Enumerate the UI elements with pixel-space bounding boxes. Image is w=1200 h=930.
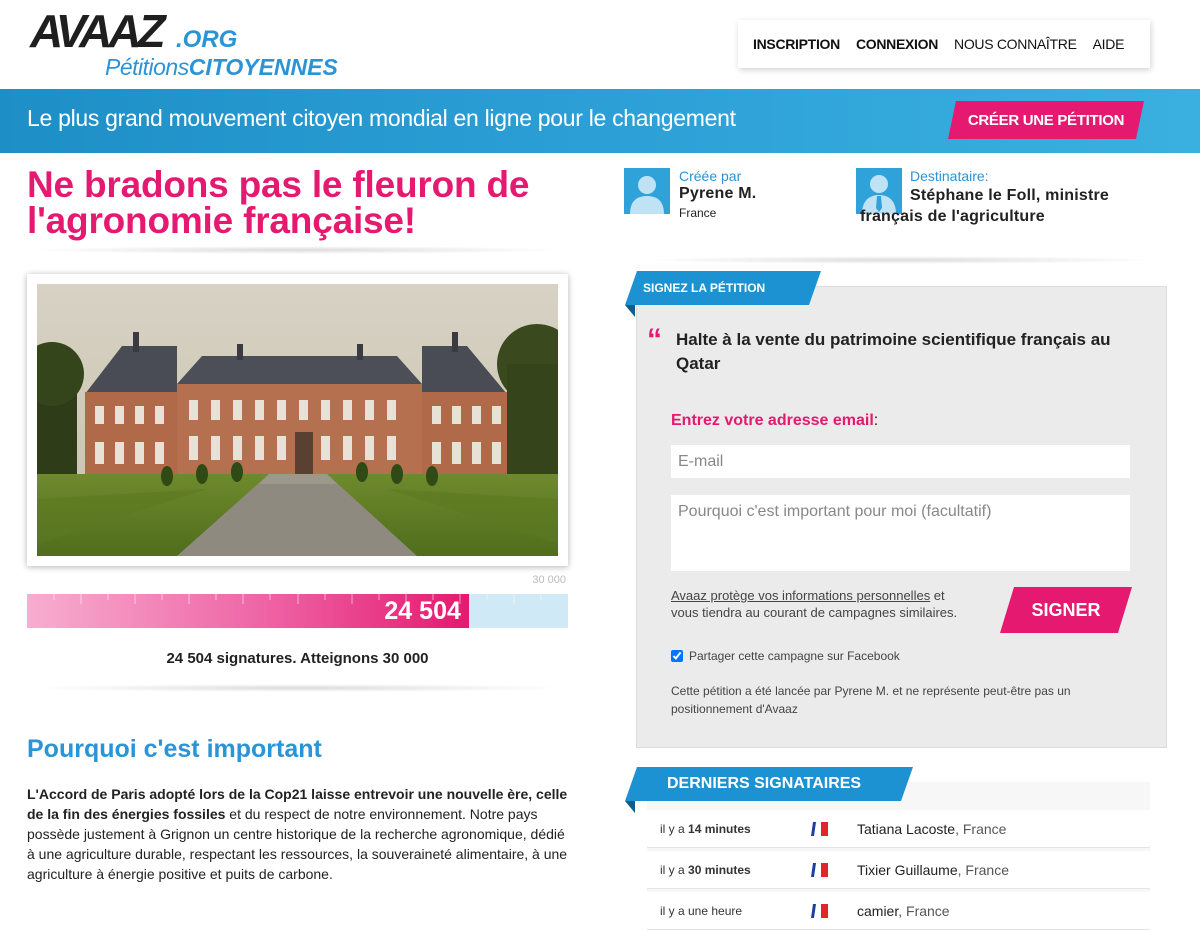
privacy-link[interactable]: Avaaz protège vos informations personnel… <box>671 588 930 603</box>
signer-country: , France <box>955 820 1007 837</box>
top-navigation: INSCRIPTION CONNEXION NOUS CONNAÎTRE AID… <box>738 20 1150 68</box>
signer-name: Tixier Guillaume, France <box>857 862 1009 878</box>
signer-country: , France <box>957 861 1009 878</box>
share-facebook[interactable]: Partager cette campagne sur Facebook <box>671 649 900 663</box>
goal-label: 30 000 <box>532 574 566 586</box>
email-label: Entrez votre adresse email: <box>671 412 878 430</box>
france-flag-icon <box>807 821 857 836</box>
signer-time-prefix: il y a <box>660 862 689 877</box>
recent-ribbon-fold <box>625 801 635 813</box>
logo-main-text: AVAAZ <box>30 5 166 57</box>
logo-sub-b: CITOYENNES <box>188 54 338 80</box>
signer-time: il y a une heure <box>647 904 807 918</box>
signer-name: Tatiana Lacoste, France <box>857 821 1006 837</box>
signer-name-text: camier <box>857 902 899 919</box>
email-label-colon: : <box>873 412 879 429</box>
progress-caption: 24 504 signatures. Atteignons 30 000 <box>166 650 429 667</box>
petition-title: Ne bradons pas le fleuron de l'agronomie… <box>27 164 530 241</box>
reason-textarea[interactable] <box>671 495 1130 571</box>
email-input[interactable] <box>671 445 1130 478</box>
why-important-text: L'Accord de Paris adopté lors de la Cop2… <box>27 784 572 884</box>
creator-label: Créée par <box>679 168 742 184</box>
france-flag-icon <box>807 862 857 877</box>
signer-time-value: 14 minutes <box>688 821 751 836</box>
petition-quote: Halte à la vente du patrimoine scientifi… <box>676 330 1111 373</box>
disclaimer-text: Cette pétition a été lancée par Pyrene M… <box>671 684 1071 716</box>
logo-org-text: .ORG <box>176 26 238 53</box>
signer-row: il y a 30 minutes Tixier Guillaume, Fran… <box>647 851 1150 889</box>
title-separator <box>30 246 566 254</box>
creator-avatar <box>624 168 670 214</box>
signer-name: camier, France <box>857 903 950 919</box>
create-petition-button[interactable]: CRÉER UNE PÉTITION <box>948 101 1144 139</box>
signer-country: , France <box>898 902 950 919</box>
nav-help[interactable]: AIDE <box>1093 36 1125 52</box>
creator-country: France <box>679 206 717 220</box>
avaaz-logo[interactable]: AVAAZ .ORG PétitionsCITOYENNES <box>30 5 350 80</box>
progress-ticks <box>53 594 542 604</box>
signer-time: il y a 14 minutes <box>647 822 807 836</box>
signer-time-prefix: il y a une heure <box>660 903 743 918</box>
progress-separator <box>30 684 566 692</box>
signer-time-prefix: il y a <box>660 821 689 836</box>
signer-row: il y a 14 minutes Tatiana Lacoste, Franc… <box>647 810 1150 848</box>
recipient-label: Destinataire: <box>910 168 989 184</box>
person-icon <box>630 176 664 214</box>
share-facebook-checkbox[interactable] <box>671 650 683 662</box>
france-flag-icon <box>807 903 857 918</box>
logo-subtitle: PétitionsCITOYENNES <box>105 54 338 80</box>
recent-ribbon: DERNIERS SIGNATAIRES <box>625 767 913 801</box>
creator-name: Pyrene M. <box>679 185 757 202</box>
sign-button[interactable]: SIGNER <box>1000 587 1132 633</box>
author-separator <box>640 256 1160 264</box>
signer-row: il y a une heure camier, France <box>647 892 1150 930</box>
logo-sub-a: Pétitions <box>105 54 189 80</box>
signer-time-value: 30 minutes <box>688 862 751 877</box>
sign-ribbon: SIGNEZ LA PÉTITION <box>625 271 821 305</box>
why-important-heading: Pourquoi c'est important <box>27 735 322 763</box>
share-facebook-label: Partager cette campagne sur Facebook <box>689 649 900 663</box>
quote-icon: “ <box>647 323 662 356</box>
nav-about[interactable]: NOUS CONNAÎTRE <box>954 36 1077 52</box>
email-label-text: Entrez votre adresse email <box>671 412 874 429</box>
petition-photo <box>37 284 558 556</box>
signature-progress-bar: 24 504 <box>27 594 568 628</box>
signer-name-text: Tixier Guillaume <box>857 861 958 878</box>
ribbon-fold <box>625 305 635 317</box>
recipient-name: Stéphane le Foll, ministre français de l… <box>860 187 1110 225</box>
signer-name-text: Tatiana Lacoste <box>857 820 956 837</box>
petition-photo-frame <box>27 274 568 566</box>
nav-inscription[interactable]: INSCRIPTION <box>753 36 840 52</box>
signer-time: il y a 30 minutes <box>647 863 807 877</box>
banner-tagline: Le plus grand mouvement citoyen mondial … <box>27 105 736 131</box>
nav-connexion[interactable]: CONNEXION <box>856 36 938 52</box>
privacy-notice: Avaaz protège vos informations personnel… <box>671 587 961 621</box>
